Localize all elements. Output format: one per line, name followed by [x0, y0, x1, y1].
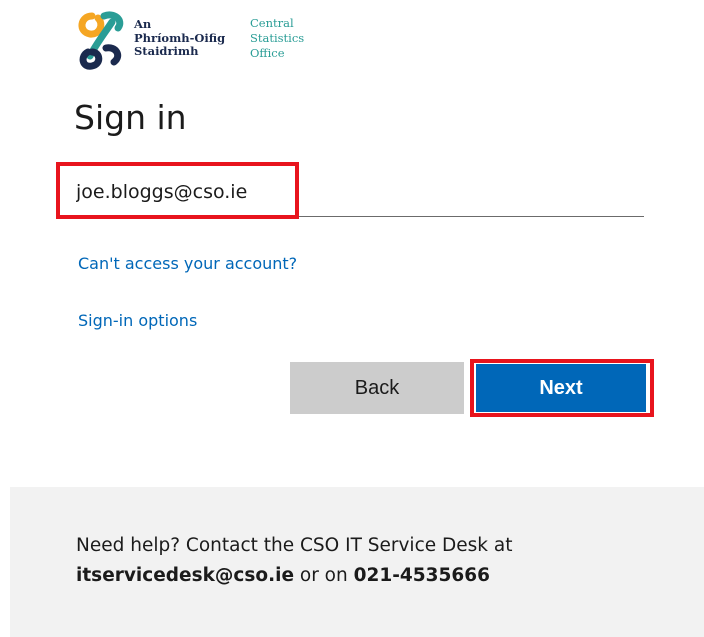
logo-english-name: Central Statistics Office — [250, 16, 304, 61]
logo-irish-name: An Phríomh-Oifig Staidrimh — [134, 17, 226, 59]
cso-logo: An Phríomh-Oifig Staidrimh Central Stati… — [74, 8, 334, 70]
logo-english-line: Central — [250, 16, 294, 30]
logo-irish-line: An — [134, 17, 152, 31]
logo-irish-line: Staidrimh — [134, 44, 199, 58]
help-phone: 021-4535666 — [353, 565, 491, 586]
logo-english-line: Statistics — [250, 31, 305, 45]
back-button[interactable]: Back — [290, 362, 464, 414]
logo-english-line: Office — [250, 46, 285, 60]
email-highlight-box — [56, 162, 299, 219]
logo-irish-line: Phríomh-Oifig — [134, 30, 226, 45]
help-middle: or on — [294, 565, 354, 586]
help-panel: Need help? Contact the CSO IT Service De… — [10, 487, 704, 637]
signin-options-link[interactable]: Sign-in options — [78, 311, 197, 330]
help-email[interactable]: itservicedesk@cso.ie — [76, 565, 294, 586]
page-title: Sign in — [74, 98, 187, 137]
help-prefix: Need help? Contact the CSO IT Service De… — [76, 535, 513, 556]
next-highlight-box — [470, 359, 654, 417]
cso-logo-mark-icon — [78, 11, 124, 70]
cant-access-account-link[interactable]: Can't access your account? — [78, 254, 297, 273]
help-text: Need help? Contact the CSO IT Service De… — [76, 531, 636, 591]
